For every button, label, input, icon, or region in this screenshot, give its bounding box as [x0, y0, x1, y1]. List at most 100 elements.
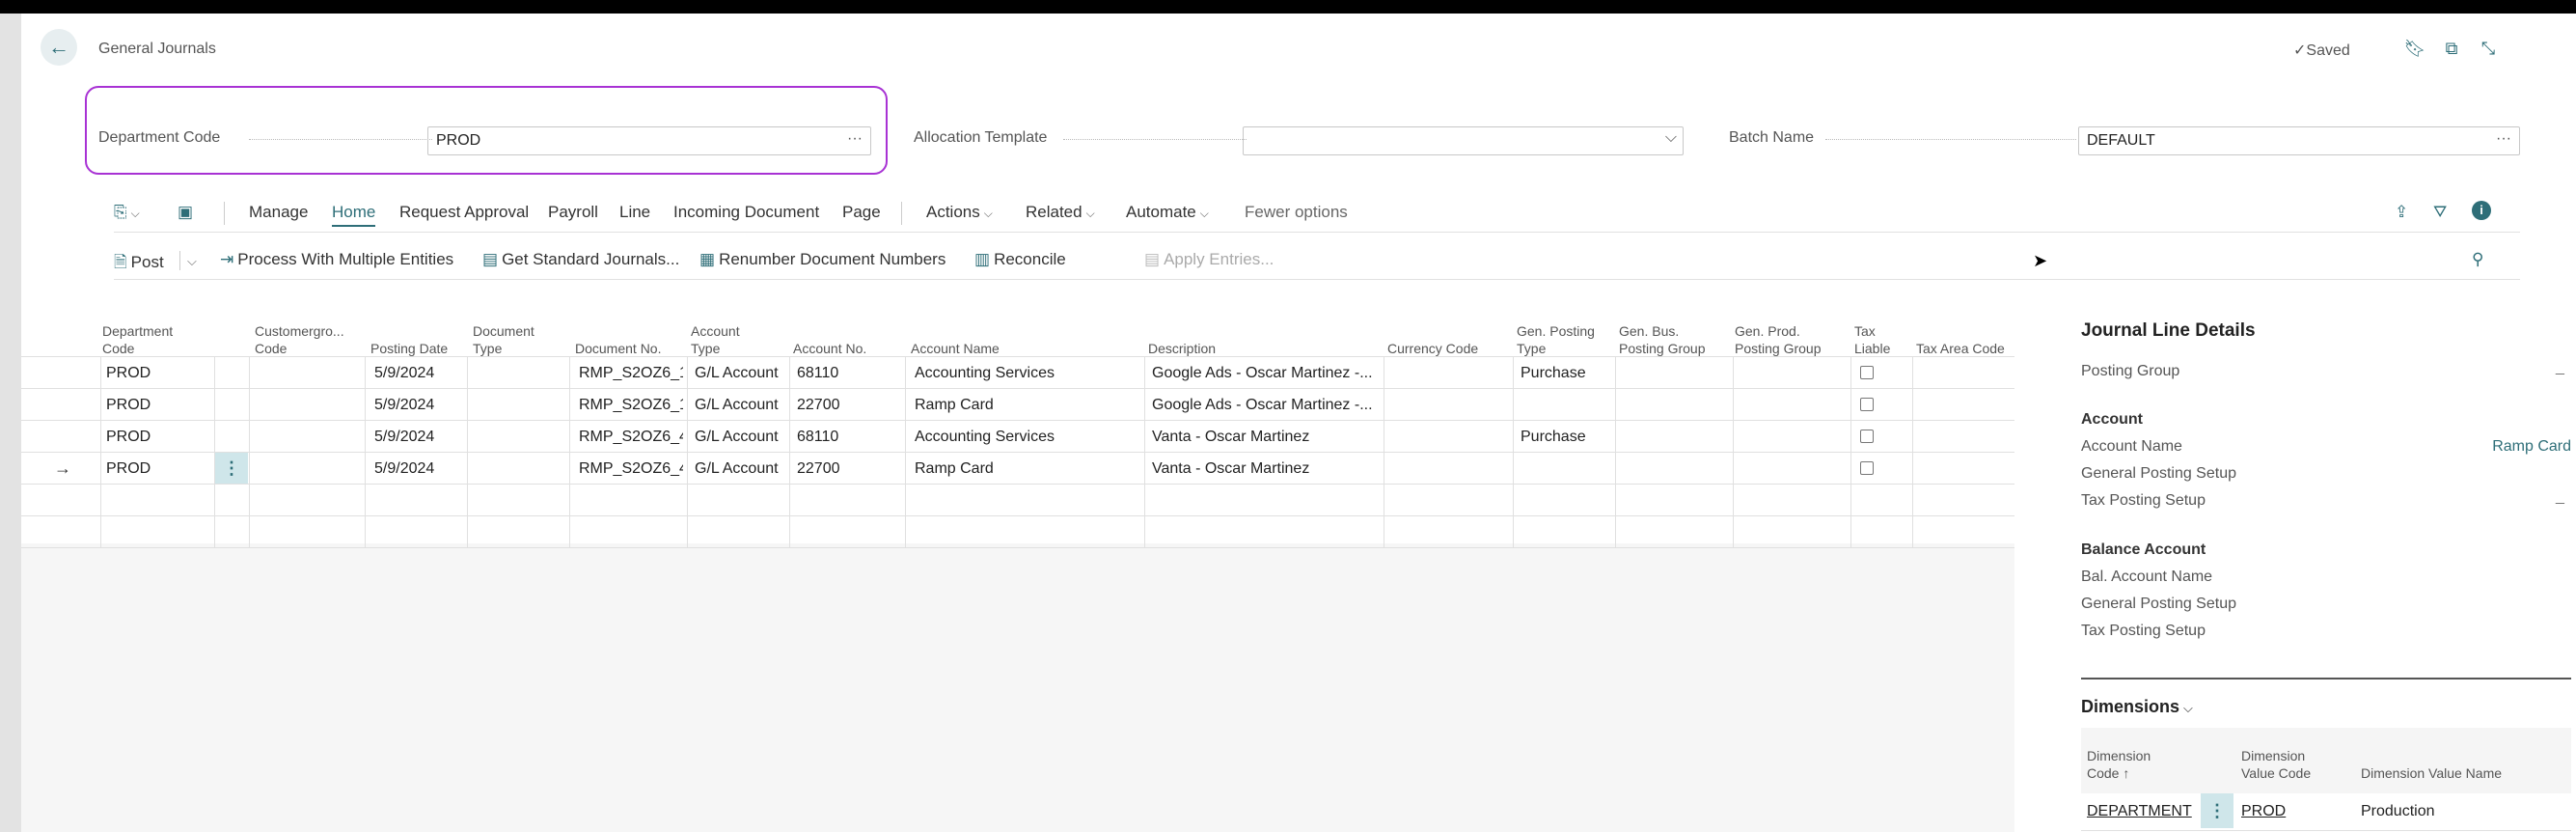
fewer-options-link[interactable]: Fewer options — [1245, 203, 1348, 222]
column-header[interactable]: Currency Code — [1387, 340, 1478, 357]
tax-liable-checkbox[interactable] — [1860, 398, 1874, 411]
dim-col-value-code[interactable]: Dimension Value Code — [2241, 747, 2311, 782]
filter-icon[interactable]: ⛛ — [2433, 203, 2447, 222]
column-header[interactable]: Gen. Posting Type — [1517, 322, 1595, 357]
menu-actions[interactable]: Actions ⌵ — [926, 203, 993, 222]
process-multiple-entities-button[interactable]: ⇥ Process With Multiple Entities — [220, 250, 453, 269]
info-icon[interactable]: i — [2472, 201, 2491, 220]
column-header[interactable]: Gen. Bus. Posting Group — [1619, 322, 1706, 357]
grid-cell: 5/9/2024 — [374, 397, 435, 413]
grid-col-line — [687, 356, 688, 547]
grid-cell[interactable]: Accounting Services — [915, 365, 1140, 382]
post-button[interactable]: 🗎︎ Post — [114, 250, 164, 278]
column-header-line: Posting Group — [1619, 341, 1706, 356]
column-header[interactable]: Account Name — [911, 340, 1000, 357]
grid-cell: RMP_S2OZ6_4 — [579, 460, 683, 477]
top-black-bar — [0, 0, 2576, 14]
back-button[interactable]: ← — [41, 29, 77, 66]
grid-cell: G/L Account — [695, 429, 779, 445]
post-icon: 🗎︎ — [114, 253, 127, 271]
column-header-line: Account Name — [911, 341, 1000, 356]
column-header[interactable]: Tax Liable — [1854, 322, 1890, 357]
edit-list-icon[interactable]: ▣ — [178, 203, 193, 222]
grid-cell[interactable]: 22700 — [797, 397, 903, 414]
dim-col-code[interactable]: Dimension Code ↑ — [2087, 747, 2151, 782]
grid-cell: Purchase — [1521, 365, 1586, 381]
dimensions-toggle[interactable]: Dimensions ⌵ — [2081, 697, 2193, 717]
grid-col-line — [1513, 356, 1514, 547]
menu-home[interactable]: Home — [332, 203, 376, 227]
menu-manage[interactable]: Manage — [249, 203, 308, 222]
apply-entries-label: Apply Entries... — [1164, 250, 1274, 268]
current-row-arrow-icon: → — [54, 458, 71, 478]
get-standard-journals-button[interactable]: ▤ Get Standard Journals... — [482, 250, 679, 269]
column-header[interactable]: Account Type — [691, 322, 740, 357]
column-header[interactable]: Tax Area Code — [1916, 340, 2005, 357]
row-more-button[interactable]: ⋮ — [215, 453, 248, 484]
column-header-line: Account No. — [793, 341, 867, 356]
dim-col-value-code-line2: Value Code — [2241, 765, 2312, 781]
dim-col-value-name-line2: Dimension Value Name — [2361, 765, 2503, 781]
department-code-field[interactable]: PROD ··· — [427, 126, 871, 155]
grid-col-line — [905, 356, 906, 547]
menu-request-approval[interactable]: Request Approval — [399, 203, 529, 222]
dim-row-more-button[interactable]: ⋮ — [2201, 793, 2233, 828]
bookmark-icon[interactable]: 🔖︎ — [2403, 37, 2426, 60]
field-leader — [1825, 139, 2076, 140]
menu-incoming-document[interactable]: Incoming Document — [673, 203, 819, 222]
allocation-template-select[interactable]: ⌵ — [1243, 126, 1684, 155]
grid-cell: RMP_S2OZ6_4 — [579, 429, 683, 445]
tax-liable-checkbox[interactable] — [1860, 366, 1874, 379]
menu-line[interactable]: Line — [619, 203, 650, 222]
pin-icon[interactable]: ⚲ — [2472, 250, 2483, 269]
grid-cell[interactable]: Ramp Card — [915, 460, 1140, 478]
grid-cell[interactable]: 68110 — [797, 365, 903, 382]
share-icon[interactable]: ⇪ — [2395, 203, 2408, 222]
account-name-value[interactable]: Ramp Card — [2492, 438, 2571, 456]
department-code-label: Department Code — [98, 129, 221, 146]
grid-cell[interactable]: Ramp Card — [915, 397, 1140, 414]
renumber-icon: ▦ — [699, 250, 716, 268]
column-header-line: Type — [691, 341, 721, 356]
menu-related[interactable]: Related ⌵ — [1026, 203, 1095, 222]
column-header[interactable]: Description — [1148, 340, 1216, 357]
column-header[interactable]: Account No. — [793, 340, 866, 357]
department-code-lookup-button[interactable]: ··· — [847, 130, 863, 148]
grid-cell[interactable]: 22700 — [797, 460, 903, 478]
post-chevron-down-icon[interactable]: ⌵ — [187, 254, 197, 269]
column-header[interactable]: Document No. — [575, 340, 661, 357]
grid-cell[interactable]: 68110 — [797, 429, 903, 446]
column-header[interactable]: Posting Date — [370, 340, 448, 357]
action-bar: ⎘ ⌵ ▣ Manage Home Request Approval Payrol… — [21, 194, 2520, 229]
get-standard-label: Get Standard Journals... — [502, 250, 680, 268]
tax-liable-checkbox[interactable] — [1860, 461, 1874, 475]
menu-page[interactable]: Page — [842, 203, 881, 222]
open-in-new-window-icon[interactable]: ⧉ — [2440, 37, 2463, 60]
tax-liable-checkbox[interactable] — [1860, 430, 1874, 443]
grid-row-line — [21, 484, 2014, 485]
menu-automate[interactable]: Automate ⌵ — [1126, 203, 1209, 222]
grid-cell[interactable]: Accounting Services — [915, 429, 1140, 446]
column-header-line: Customergro... — [255, 323, 344, 339]
new-document-icon[interactable]: ⎘ ⌵ — [114, 203, 140, 222]
column-header[interactable]: Document Type — [473, 322, 534, 357]
column-header[interactable]: Gen. Prod. Posting Group — [1735, 322, 1822, 357]
saved-label: Saved — [2306, 42, 2350, 59]
mouse-cursor: ➤ — [2033, 251, 2048, 270]
menu-payroll[interactable]: Payroll — [548, 203, 598, 222]
column-header[interactable]: Department Code — [102, 322, 173, 357]
column-header[interactable]: Customergro... Code — [255, 322, 344, 357]
posting-group-label: Posting Group — [2081, 363, 2180, 379]
dim-col-value-name[interactable]: Dimension Value Name — [2361, 747, 2502, 782]
collapse-icon[interactable]: ⤡ — [2477, 37, 2500, 60]
batch-name-lookup-button[interactable]: ··· — [2496, 130, 2511, 148]
batch-name-field[interactable]: DEFAULT ··· — [2078, 126, 2520, 155]
reconcile-button[interactable]: ▥ Reconcile — [974, 250, 1066, 269]
balance-account-heading: Balance Account — [2081, 541, 2206, 558]
dim-col-value-code-line1: Dimension — [2241, 748, 2306, 763]
dim-row-code[interactable]: DEPARTMENT — [2087, 803, 2192, 820]
renumber-document-numbers-button[interactable]: ▦ Renumber Document Numbers — [699, 250, 945, 269]
dim-row-value-code[interactable]: PROD — [2241, 803, 2286, 820]
apply-entries-button[interactable]: ▤ Apply Entries... — [1144, 250, 1274, 269]
grid-cell: Vanta - Oscar Martinez — [1152, 460, 1310, 477]
